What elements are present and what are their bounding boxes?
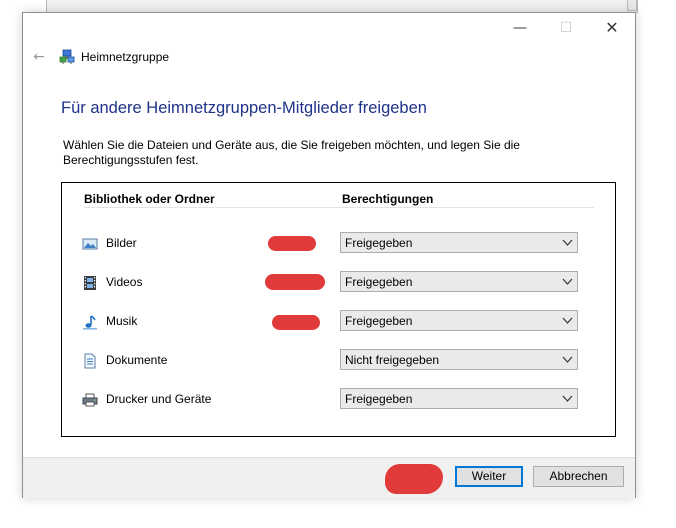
table-row: Bilder Freigegeben xyxy=(62,232,615,256)
window-title: Heimnetzgruppe xyxy=(81,50,170,64)
pictures-icon xyxy=(82,238,98,250)
redaction-mark xyxy=(265,274,325,290)
permission-select[interactable]: Freigegeben xyxy=(340,271,578,292)
permission-select[interactable]: Freigegeben xyxy=(340,310,578,331)
chevron-down-icon xyxy=(562,317,573,324)
documents-icon xyxy=(84,353,96,369)
redaction-mark xyxy=(268,236,316,251)
row-label: Dokumente xyxy=(106,353,168,367)
dialog-footer: Weiter Abbrechen xyxy=(23,457,635,498)
title-bar: — ☐ ✕ xyxy=(23,13,635,43)
column-header-permissions: Berechtigungen xyxy=(342,192,434,206)
row-label: Musik xyxy=(106,314,138,328)
minimize-button[interactable]: — xyxy=(497,13,543,43)
permission-value: Freigegeben xyxy=(345,392,413,406)
page-description: Wählen Sie die Dateien und Geräte aus, d… xyxy=(63,138,520,167)
sharing-table: Bibliothek oder Ordner Berechtigungen Bi… xyxy=(61,182,616,437)
next-button[interactable]: Weiter xyxy=(455,466,523,487)
dialog-window: — ☐ ✕ ← Heimnetzgruppe Für andere Heimne… xyxy=(22,12,636,498)
cancel-button[interactable]: Abbrechen xyxy=(533,466,624,487)
chevron-down-icon xyxy=(562,356,573,363)
videos-icon xyxy=(84,276,96,290)
header-divider xyxy=(84,207,594,208)
row-label: Bilder xyxy=(106,236,137,250)
close-button[interactable]: ✕ xyxy=(589,13,635,43)
row-label: Drucker und Geräte xyxy=(106,392,212,406)
table-row: Videos Freigegeben xyxy=(62,271,615,295)
maximize-button[interactable]: ☐ xyxy=(543,13,589,43)
printer-icon xyxy=(82,393,98,407)
permission-value: Nicht freigegeben xyxy=(345,353,440,367)
permission-select[interactable]: Nicht freigegeben xyxy=(340,349,578,370)
page-title: Für andere Heimnetzgruppen-Mitglieder fr… xyxy=(61,99,427,117)
permission-value: Freigegeben xyxy=(345,236,413,250)
arrow-left-icon[interactable]: ← xyxy=(29,47,49,67)
permission-select[interactable]: Freigegeben xyxy=(340,388,578,409)
table-row: Musik Freigegeben xyxy=(62,310,615,334)
table-row: Dokumente Nicht freigegeben xyxy=(62,349,615,373)
permission-select[interactable]: Freigegeben xyxy=(340,232,578,253)
redaction-mark xyxy=(385,464,443,494)
background-window-edge-right xyxy=(627,0,637,11)
permission-value: Freigegeben xyxy=(345,275,413,289)
music-icon xyxy=(83,315,97,330)
row-label: Videos xyxy=(106,275,143,289)
permission-value: Freigegeben xyxy=(345,314,413,328)
chevron-down-icon xyxy=(562,278,573,285)
homegroup-icon xyxy=(59,49,75,64)
chevron-down-icon xyxy=(562,239,573,246)
table-row: Drucker und Geräte Freigegeben xyxy=(62,388,615,412)
column-header-library: Bibliothek oder Ordner xyxy=(84,192,215,206)
chevron-down-icon xyxy=(562,395,573,402)
redaction-mark xyxy=(272,315,320,330)
